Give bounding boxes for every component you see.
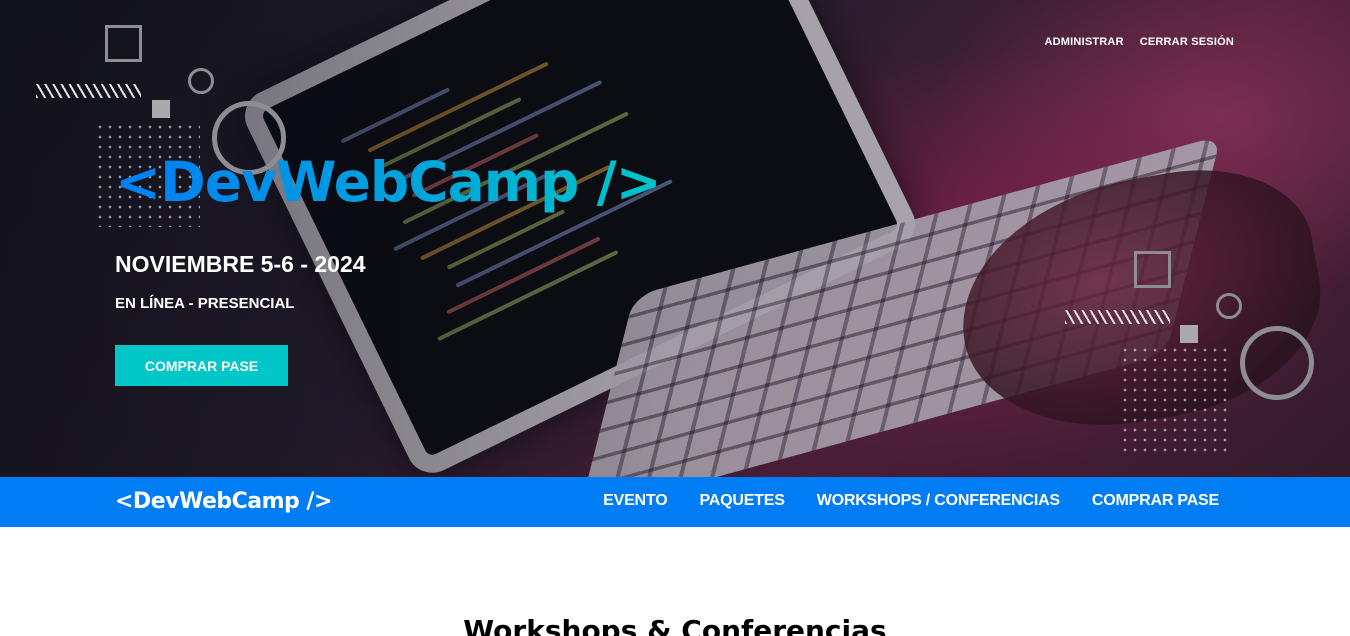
dot-grid-shape (1120, 345, 1230, 453)
hero-logo[interactable]: <DevWebCamp /> (115, 150, 662, 214)
buy-pass-button[interactable]: Comprar Pase (115, 345, 288, 386)
circle-small-shape (188, 68, 214, 94)
nav-item-paquetes[interactable]: Paquetes (699, 492, 784, 510)
main-navbar: <DevWebCamp /> Evento Paquetes Workshops… (0, 477, 1350, 527)
event-date: Noviembre 5-6 - 2024 (115, 251, 366, 277)
circle-small-shape (1216, 293, 1242, 319)
stripes-shape (1065, 310, 1170, 324)
logout-link[interactable]: Cerrar Sesión (1140, 36, 1234, 48)
navbar-logo[interactable]: <DevWebCamp /> (115, 489, 332, 514)
square-fill-shape (1180, 325, 1198, 343)
square-outline-shape (1134, 251, 1171, 288)
nav-item-comprar-pase[interactable]: Comprar Pase (1092, 492, 1219, 510)
square-fill-shape (152, 100, 170, 118)
admin-link[interactable]: Administrar (1045, 36, 1124, 48)
hero-header: Administrar Cerrar Sesión <DevWebCamp />… (0, 0, 1350, 477)
main-nav: Evento Paquetes Workshops / Conferencias… (603, 492, 1219, 510)
nav-item-evento[interactable]: Evento (603, 492, 668, 510)
circle-large-shape (1240, 326, 1314, 400)
stripes-shape (36, 84, 141, 98)
square-outline-shape (105, 25, 142, 62)
event-mode: En Línea - Presencial (115, 295, 295, 312)
nav-item-workshops[interactable]: Workshops / Conferencias (817, 492, 1060, 510)
admin-nav: Administrar Cerrar Sesión (1045, 36, 1234, 48)
section-title: Workshops & Conferencias (463, 614, 887, 636)
